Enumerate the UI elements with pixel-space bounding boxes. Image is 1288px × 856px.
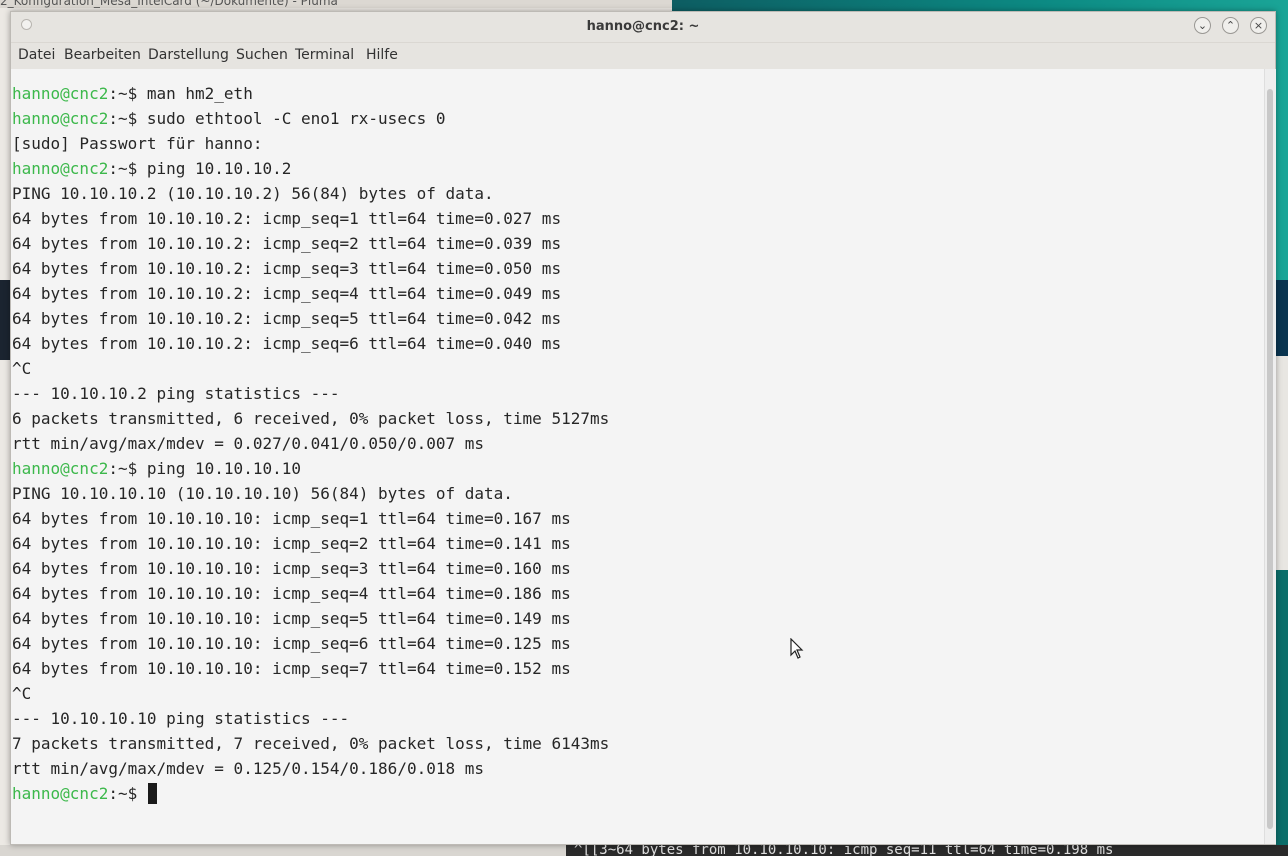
output-line: --- 10.10.10.2 ping statistics --- bbox=[12, 384, 340, 403]
vertical-scrollbar[interactable] bbox=[1264, 69, 1276, 844]
menu-hilfe[interactable]: Hilfe bbox=[366, 47, 398, 63]
background-editor-bottom bbox=[0, 845, 566, 856]
command-text: sudo ethtool -C eno1 rx-usecs 0 bbox=[146, 109, 446, 128]
command-text: man hm2_eth bbox=[146, 84, 253, 103]
output-line: rtt min/avg/max/mdev = 0.125/0.154/0.186… bbox=[12, 759, 485, 778]
prompt-line: hanno@cnc2:~$ bbox=[12, 781, 157, 806]
background-image-strip-right bbox=[1276, 280, 1288, 356]
output-line: 64 bytes from 10.10.10.2: icmp_seq=5 ttl… bbox=[12, 309, 562, 328]
prompt-path: :~$ bbox=[108, 109, 147, 128]
output-line: PING 10.10.10.2 (10.10.10.2) 56(84) byte… bbox=[12, 184, 494, 203]
output-line: 64 bytes from 10.10.10.10: icmp_seq=7 tt… bbox=[12, 659, 571, 678]
window-title: hanno@cnc2: ~ bbox=[586, 19, 700, 34]
command-text: ping 10.10.10.2 bbox=[146, 159, 292, 178]
menu-bar: Datei Bearbeiten Darstellung Suchen Term… bbox=[11, 43, 1275, 69]
prompt-path: :~$ bbox=[108, 459, 147, 478]
title-bar[interactable]: hanno@cnc2: ~ ⌄ ⌃ × bbox=[11, 12, 1275, 43]
menu-bearbeiten[interactable]: Bearbeiten bbox=[64, 47, 141, 63]
background-editor-title: 2_Konfiguration_Mesa_IntelCard (~/Dokume… bbox=[0, 0, 672, 8]
prompt-user-host: hanno@cnc2 bbox=[12, 109, 109, 128]
prompt-line: hanno@cnc2:~$ man hm2_eth bbox=[12, 81, 253, 106]
prompt-user-host: hanno@cnc2 bbox=[12, 84, 109, 103]
menu-datei[interactable]: Datei bbox=[18, 47, 55, 63]
output-line: PING 10.10.10.10 (10.10.10.10) 56(84) by… bbox=[12, 484, 513, 503]
output-line: 64 bytes from 10.10.10.10: icmp_seq=5 tt… bbox=[12, 609, 571, 628]
scrollbar-thumb[interactable] bbox=[1267, 89, 1273, 829]
prompt-path: :~$ bbox=[108, 84, 147, 103]
output-line: 7 packets transmitted, 7 received, 0% pa… bbox=[12, 734, 610, 753]
background-terminal-line: ^[[3~64 bytes from 10.10.10.10: icmp_seq… bbox=[566, 845, 1288, 856]
prompt-path: :~$ bbox=[108, 784, 147, 803]
command-text: ping 10.10.10.10 bbox=[146, 459, 301, 478]
text-cursor bbox=[147, 783, 157, 804]
output-line: 6 packets transmitted, 6 received, 0% pa… bbox=[12, 409, 610, 428]
mouse-pointer-icon bbox=[790, 638, 804, 659]
menu-suchen[interactable]: Suchen bbox=[236, 47, 288, 63]
output-line: --- 10.10.10.10 ping statistics --- bbox=[12, 709, 350, 728]
prompt-path: :~$ bbox=[108, 159, 147, 178]
prompt-user-host: hanno@cnc2 bbox=[12, 784, 109, 803]
close-button[interactable]: × bbox=[1250, 17, 1267, 34]
menu-terminal[interactable]: Terminal bbox=[295, 47, 354, 63]
output-line: 64 bytes from 10.10.10.10: icmp_seq=4 tt… bbox=[12, 584, 571, 603]
output-line: 64 bytes from 10.10.10.10: icmp_seq=6 tt… bbox=[12, 634, 571, 653]
output-line: [sudo] Passwort für hanno: bbox=[12, 134, 263, 153]
output-line: 64 bytes from 10.10.10.10: icmp_seq=1 tt… bbox=[12, 509, 571, 528]
output-line: ^C bbox=[12, 684, 32, 703]
output-line: ^C bbox=[12, 359, 32, 378]
output-line: rtt min/avg/max/mdev = 0.027/0.041/0.050… bbox=[12, 434, 485, 453]
output-line: 64 bytes from 10.10.10.2: icmp_seq=1 ttl… bbox=[12, 209, 562, 228]
output-line: 64 bytes from 10.10.10.2: icmp_seq=3 ttl… bbox=[12, 259, 562, 278]
output-line: 64 bytes from 10.10.10.10: icmp_seq=3 tt… bbox=[12, 559, 571, 578]
prompt-line: hanno@cnc2:~$ ping 10.10.10.10 bbox=[12, 456, 301, 481]
prompt-line: hanno@cnc2:~$ sudo ethtool -C eno1 rx-us… bbox=[12, 106, 445, 131]
terminal-window[interactable]: hanno@cnc2: ~ ⌄ ⌃ × Datei Bearbeiten Dar… bbox=[10, 11, 1276, 845]
output-line: 64 bytes from 10.10.10.2: icmp_seq=2 ttl… bbox=[12, 234, 562, 253]
prompt-user-host: hanno@cnc2 bbox=[12, 459, 109, 478]
menu-darstellung[interactable]: Darstellung bbox=[148, 47, 229, 63]
prompt-user-host: hanno@cnc2 bbox=[12, 159, 109, 178]
output-line: 64 bytes from 10.10.10.2: icmp_seq=6 ttl… bbox=[12, 334, 562, 353]
prompt-line: hanno@cnc2:~$ ping 10.10.10.2 bbox=[12, 156, 291, 181]
output-line: 64 bytes from 10.10.10.10: icmp_seq=2 tt… bbox=[12, 534, 571, 553]
output-line: 64 bytes from 10.10.10.2: icmp_seq=4 ttl… bbox=[12, 284, 562, 303]
minimize-button[interactable]: ⌄ bbox=[1194, 17, 1211, 34]
terminal-output[interactable]: hanno@cnc2:~$ man hm2_eth hanno@cnc2:~$ s… bbox=[11, 69, 1264, 844]
maximize-button[interactable]: ⌃ bbox=[1222, 17, 1239, 34]
